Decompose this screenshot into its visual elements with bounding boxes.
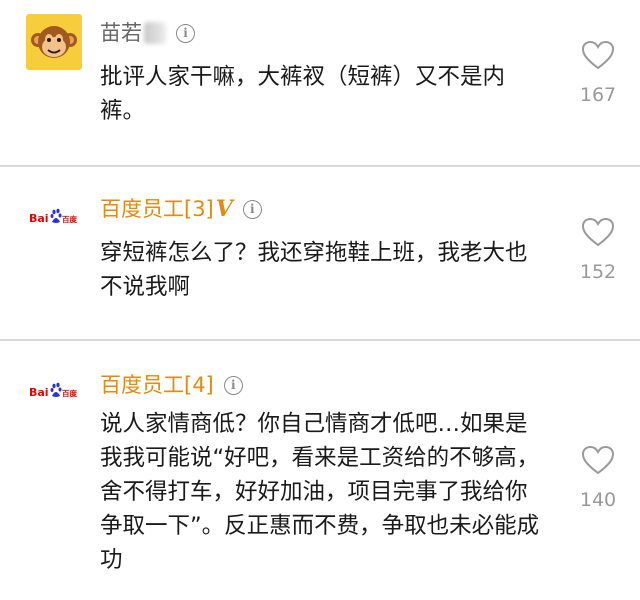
username-row[interactable]: 百度员工[3] V i: [100, 195, 262, 223]
comment-item: Bai 百度 百度员工[3] V i 穿短裤怎么了？我还穿拖鞋上班，我老大也不说…: [0, 167, 640, 339]
avatar[interactable]: Bai 百度: [26, 363, 82, 419]
comment-feed: 苗若 i 批评人家干嘛，大裤衩（短裤）又不是内裤。 167 Bai 百度 百度员…: [0, 0, 640, 600]
info-icon[interactable]: i: [223, 375, 243, 395]
like-button[interactable]: 152: [572, 217, 624, 283]
like-count: 152: [579, 261, 617, 283]
baidu-logo-icon: Bai 百度: [29, 382, 77, 399]
baidu-logo-icon: Bai 百度: [29, 208, 77, 225]
like-count: 140: [579, 489, 617, 511]
heart-icon[interactable]: [581, 40, 615, 70]
comment-item: Bai 百度 百度员工[4] i 说人家情商低？你自己情商才低吧…如果是我我可能…: [0, 341, 640, 600]
like-button[interactable]: 167: [572, 40, 624, 106]
comment-item: 苗若 i 批评人家干嘛，大裤衩（短裤）又不是内裤。 167: [0, 0, 640, 164]
svg-text:百度: 百度: [62, 214, 77, 224]
heart-icon[interactable]: [581, 217, 615, 247]
username-row[interactable]: 苗若 i: [100, 19, 195, 47]
username-row[interactable]: 百度员工[4] i: [100, 371, 243, 399]
avatar[interactable]: Bai 百度: [26, 189, 82, 245]
verified-badge: V: [215, 196, 233, 222]
svg-text:百度: 百度: [62, 388, 77, 398]
comment-text: 说人家情商低？你自己情商才低吧…如果是我我可能说“好吧，看来是工资给的不够高，舍…: [100, 411, 540, 573]
monkey-avatar-icon: [31, 26, 77, 58]
like-count: 167: [579, 84, 617, 106]
username[interactable]: 苗若: [100, 19, 142, 47]
comment-text: 穿短裤怎么了？我还穿拖鞋上班，我老大也不说我啊: [100, 240, 528, 300]
redacted-username: [144, 22, 166, 44]
heart-icon[interactable]: [581, 445, 615, 475]
svg-text:Bai: Bai: [29, 386, 49, 399]
info-icon[interactable]: i: [176, 23, 195, 43]
comment-text: 批评人家干嘛，大裤衩（短裤）又不是内裤。: [100, 64, 506, 124]
info-icon[interactable]: i: [242, 199, 262, 219]
username[interactable]: 百度员工[4]: [100, 371, 214, 399]
username[interactable]: 百度员工[3]: [100, 195, 214, 223]
svg-text:Bai: Bai: [29, 212, 49, 225]
like-button[interactable]: 140: [572, 445, 624, 511]
avatar[interactable]: [26, 14, 82, 70]
